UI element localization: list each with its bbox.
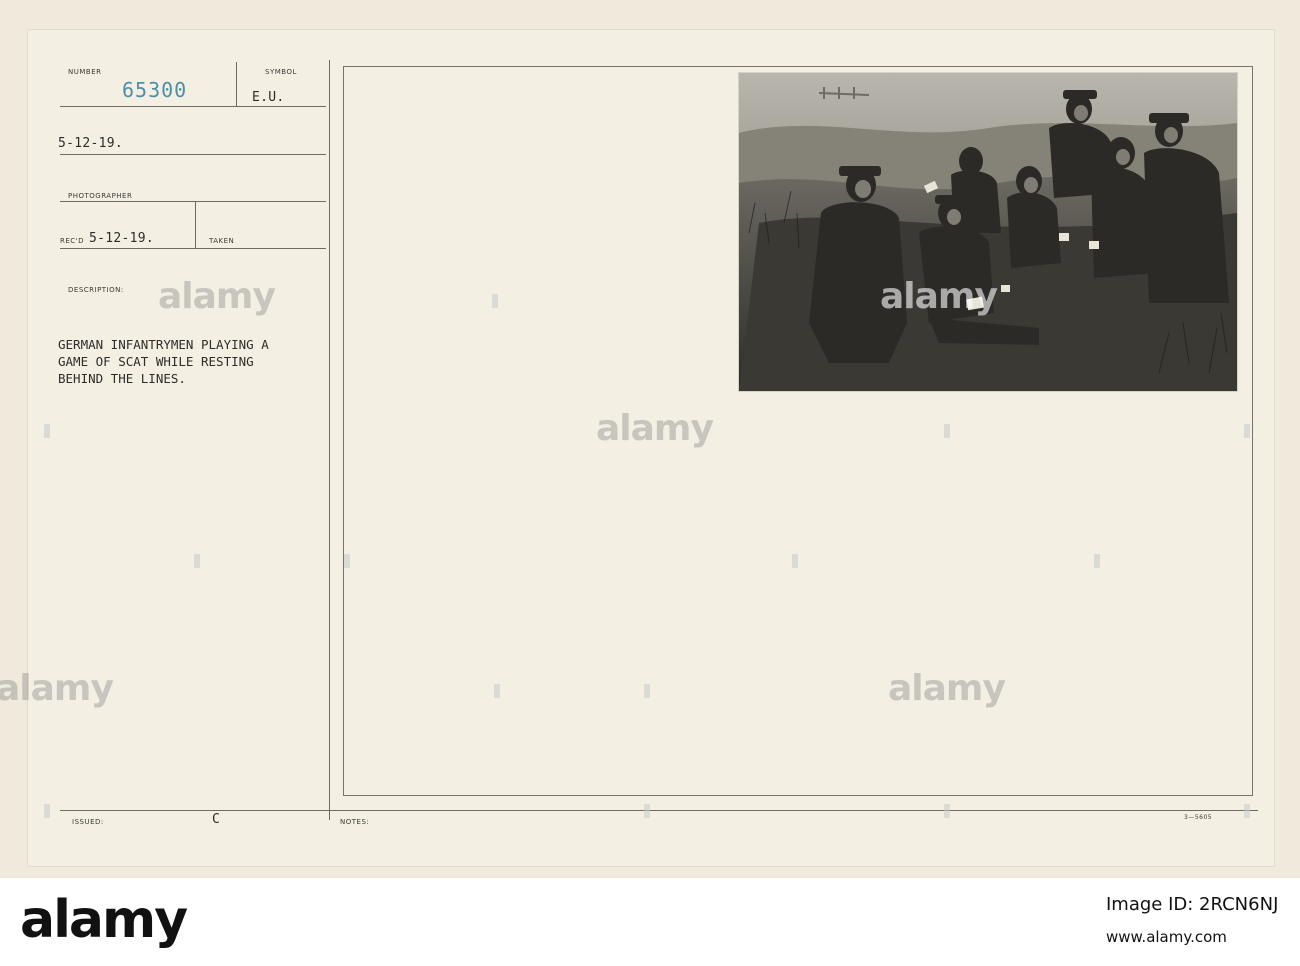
watermark-mark (644, 804, 650, 818)
issued-value: C (212, 812, 221, 827)
issued-label: ISSUED: (72, 818, 104, 826)
watermark-text: alamy (596, 408, 714, 449)
rule-photographer (60, 201, 326, 202)
watermark-text: alamy (0, 668, 114, 709)
rule-column-divider (329, 60, 330, 820)
soldiers-card-game-photo (739, 73, 1237, 391)
watermark-mark (644, 684, 650, 698)
description-line: BEHIND THE LINES. (58, 371, 186, 386)
watermark-mark (44, 804, 50, 818)
rule-number-symbol-divider (236, 62, 237, 106)
photographer-label: PHOTOGRAPHER (68, 192, 133, 200)
watermark-text: alamy (888, 668, 1006, 709)
record-number: 65300 (122, 78, 188, 102)
watermark-mark (492, 294, 498, 308)
description-label: DESCRIPTION: (68, 286, 124, 294)
description-text: GERMAN INFANTRYMEN PLAYING A GAME OF SCA… (58, 336, 338, 387)
rule-bottom (60, 810, 1258, 811)
watermark-mark (1244, 804, 1250, 818)
rule-date (60, 154, 326, 155)
watermark-mark (1094, 554, 1100, 568)
watermark-mark (44, 424, 50, 438)
notes-label: NOTES: (340, 818, 370, 826)
watermark-text: alamy (158, 276, 276, 317)
watermark-mark (194, 554, 200, 568)
number-label: NUMBER (68, 68, 102, 76)
watermark-mark (1244, 424, 1250, 438)
recd-value: 5-12-19. (89, 231, 155, 246)
stock-footer (0, 878, 1300, 966)
watermark-mark (944, 804, 950, 818)
mounted-photograph (738, 72, 1238, 392)
description-line: GERMAN INFANTRYMEN PLAYING A (58, 337, 269, 352)
site-url: www.alamy.com (1106, 928, 1227, 946)
date-value: 5-12-19. (58, 136, 124, 151)
form-code: 3—5605 (1184, 814, 1213, 821)
rule-number (60, 106, 326, 107)
symbol-value: E.U. (252, 90, 285, 105)
watermark-mark (792, 554, 798, 568)
recd-label: REC'D (60, 237, 84, 245)
taken-label: TAKEN (209, 237, 235, 245)
watermark-mark (344, 554, 350, 568)
description-line: GAME OF SCAT WHILE RESTING (58, 354, 254, 369)
watermark-mark (494, 684, 500, 698)
image-id: Image ID: 2RCN6NJ (1106, 894, 1279, 915)
alamy-logo: alamy (20, 890, 188, 950)
rule-recd-taken-divider (195, 201, 196, 248)
archive-record-card: NUMBER 65300 SYMBOL E.U. 5-12-19. PHOTOG… (0, 0, 1300, 878)
watermark-text: alamy (880, 276, 998, 317)
symbol-label: SYMBOL (265, 68, 297, 76)
rule-recd (60, 248, 326, 249)
watermark-mark (944, 424, 950, 438)
